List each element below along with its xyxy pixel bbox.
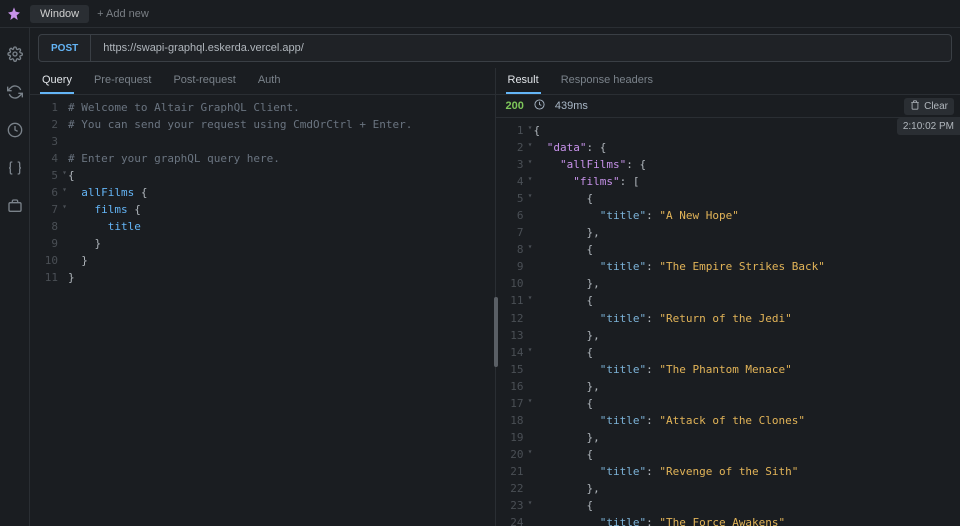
window-tab[interactable]: Window xyxy=(30,5,89,23)
side-rail xyxy=(0,28,30,526)
code-line: 4# Enter your graphQL query here. xyxy=(30,150,495,167)
result-line: 14▾ { xyxy=(496,344,960,361)
result-line: 1▾{ xyxy=(496,122,960,139)
code-line: 7▾ films { xyxy=(30,201,495,218)
tab-response-headers[interactable]: Response headers xyxy=(559,68,655,94)
code-line: 10 } xyxy=(30,252,495,269)
query-pane: Query Pre-request Post-request Auth 1# W… xyxy=(30,68,496,526)
result-line: 9 "title": "The Empire Strikes Back" xyxy=(496,258,960,275)
altair-logo-icon xyxy=(6,6,22,22)
clock-icon xyxy=(534,99,545,113)
result-line: 4▾ "films": [ xyxy=(496,173,960,190)
result-pane: Result Response headers 200 439ms Clear … xyxy=(496,68,960,526)
query-editor[interactable]: 1# Welcome to Altair GraphQL Client.2# Y… xyxy=(30,95,495,526)
result-line: 6 "title": "A New Hope" xyxy=(496,207,960,224)
result-line: 3▾ "allFilms": { xyxy=(496,156,960,173)
response-time: 439ms xyxy=(555,100,588,112)
content-column: POST https://swapi-graphql.eskerda.verce… xyxy=(30,28,960,526)
result-line: 13 }, xyxy=(496,327,960,344)
result-line: 19 }, xyxy=(496,429,960,446)
result-line: 18 "title": "Attack of the Clones" xyxy=(496,412,960,429)
result-viewer[interactable]: 1▾{2▾ "data": {3▾ "allFilms": {4▾ "films… xyxy=(496,118,960,526)
settings-icon[interactable] xyxy=(7,46,23,62)
refresh-icon[interactable] xyxy=(7,84,23,100)
code-line: 3 xyxy=(30,133,495,150)
result-status-bar: 200 439ms Clear xyxy=(496,95,960,118)
code-line: 11} xyxy=(30,269,495,286)
tab-result[interactable]: Result xyxy=(506,68,541,94)
clear-button[interactable]: Clear xyxy=(904,98,954,115)
code-line: 8 title xyxy=(30,218,495,235)
tab-post-request[interactable]: Post-request xyxy=(171,68,237,94)
result-line: 7 }, xyxy=(496,224,960,241)
trash-icon xyxy=(910,100,920,113)
result-line: 10 }, xyxy=(496,275,960,292)
add-new-tab[interactable]: + Add new xyxy=(97,8,149,20)
result-line: 2▾ "data": { xyxy=(496,139,960,156)
tab-pre-request[interactable]: Pre-request xyxy=(92,68,153,94)
result-line: 22 }, xyxy=(496,480,960,497)
code-line: 2# You can send your request using CmdOr… xyxy=(30,116,495,133)
tab-query[interactable]: Query xyxy=(40,68,74,94)
code-line: 5▾{ xyxy=(30,167,495,184)
result-line: 15 "title": "The Phantom Menace" xyxy=(496,361,960,378)
main-row: POST https://swapi-graphql.eskerda.verce… xyxy=(0,28,960,526)
result-line: 5▾ { xyxy=(496,190,960,207)
url-input[interactable]: https://swapi-graphql.eskerda.vercel.app… xyxy=(91,42,951,54)
query-tabs: Query Pre-request Post-request Auth xyxy=(30,68,495,95)
top-bar: Window + Add new xyxy=(0,0,960,28)
code-braces-icon[interactable] xyxy=(7,160,23,176)
result-line: 11▾ { xyxy=(496,292,960,309)
result-line: 8▾ { xyxy=(496,241,960,258)
status-code-badge: 200 xyxy=(506,100,524,112)
result-line: 16 }, xyxy=(496,378,960,395)
clear-label: Clear xyxy=(924,101,948,112)
url-bar: POST https://swapi-graphql.eskerda.verce… xyxy=(38,34,952,62)
result-line: 20▾ { xyxy=(496,446,960,463)
history-icon[interactable] xyxy=(7,122,23,138)
panes: Query Pre-request Post-request Auth 1# W… xyxy=(30,68,960,526)
response-timestamp: 2:10:02 PM xyxy=(897,118,960,135)
result-tabs: Result Response headers xyxy=(496,68,960,95)
collections-icon[interactable] xyxy=(7,198,23,214)
code-line: 1# Welcome to Altair GraphQL Client. xyxy=(30,99,495,116)
result-line: 21 "title": "Revenge of the Sith" xyxy=(496,463,960,480)
result-line: 23▾ { xyxy=(496,497,960,514)
code-line: 6▾ allFilms { xyxy=(30,184,495,201)
result-line: 12 "title": "Return of the Jedi" xyxy=(496,310,960,327)
result-line: 17▾ { xyxy=(496,395,960,412)
result-line: 24 "title": "The Force Awakens" xyxy=(496,514,960,526)
tab-auth[interactable]: Auth xyxy=(256,68,283,94)
code-line: 9 } xyxy=(30,235,495,252)
http-method-badge[interactable]: POST xyxy=(39,35,91,61)
